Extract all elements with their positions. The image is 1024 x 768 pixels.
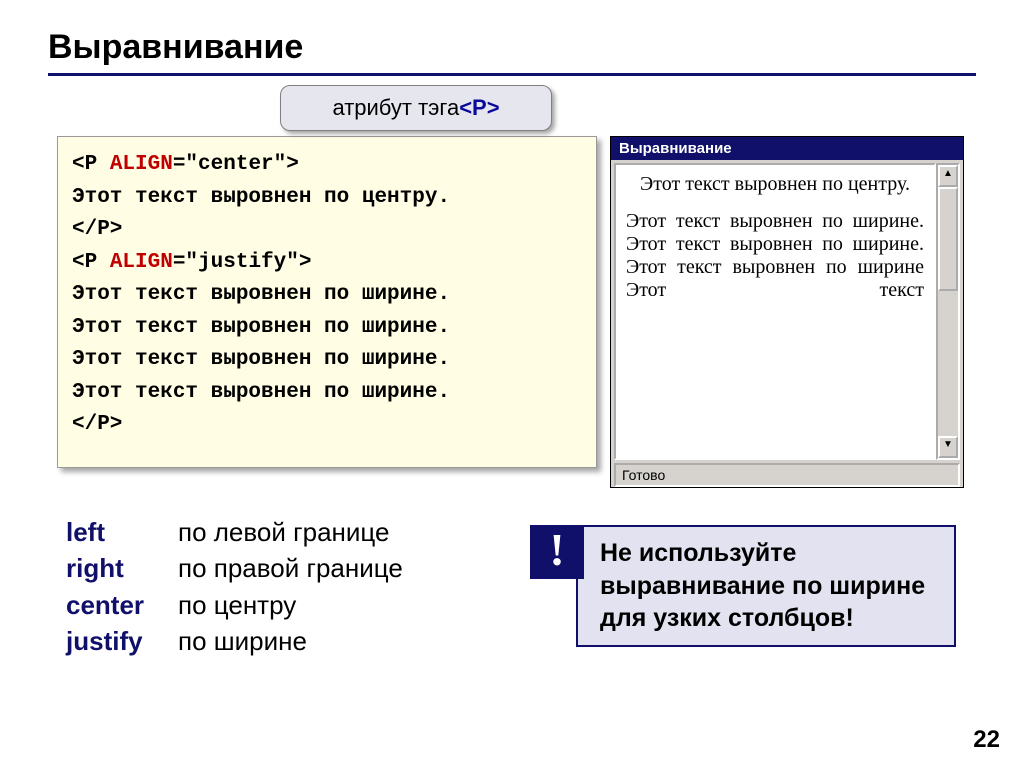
legend-val-left: по левой границе [178,514,389,550]
preview-center-paragraph: Этот текст выровнен по центру. [626,173,924,196]
scroll-down-icon[interactable]: ▼ [938,436,958,458]
code-line-9: </P> [72,409,582,442]
code-rest-1: ="center"> [173,153,299,176]
legend-val-justify: по ширине [178,623,307,659]
legend-row-right: right по правой границе [66,550,403,586]
attribute-callout: атрибут тэга <P> [280,85,552,131]
legend-key-center: center [66,587,178,623]
legend-row-justify: justify по ширине [66,623,403,659]
warning-text: Не используйте выравнивание по ширине дл… [576,525,956,647]
page-number: 22 [973,726,1000,754]
exclamation-icon: ! [530,525,584,579]
code-p-open: <P [72,153,110,176]
legend-key-justify: justify [66,623,178,659]
legend-key-right: right [66,550,178,586]
scroll-up-icon[interactable]: ▲ [938,165,958,187]
legend-row-left: left по левой границе [66,514,403,550]
title-rule [48,73,976,76]
code-line-7: Этот текст выровнен по ширине. [72,344,582,377]
code-example-box: <P ALIGN="center"> Этот текст выровнен п… [57,136,597,468]
browser-body: Этот текст выровнен по центру. Этот текс… [611,160,963,463]
legend-val-center: по центру [178,587,296,623]
align-values-legend: left по левой границе right по правой гр… [66,514,403,660]
scrollbar[interactable]: ▲ ▼ [936,163,960,460]
browser-statusbar: Готово [614,463,960,487]
scroll-thumb[interactable] [938,187,958,291]
code-line-1: <P ALIGN="center"> [72,149,582,182]
preview-justify-paragraph: Этот текст выровнен по ширине. Этот текс… [626,210,924,302]
code-attr-align-1: ALIGN [110,153,173,176]
code-attr-align-2: ALIGN [110,251,173,274]
code-line-6: Этот текст выровнен по ширине. [72,312,582,345]
code-line-2: Этот текст выровнен по центру. [72,182,582,215]
code-rest-2: ="justify"> [173,251,312,274]
browser-content: Этот текст выровнен по центру. Этот текс… [614,163,936,460]
browser-titlebar: Выравнивание [611,137,963,160]
callout-tag: <P> [459,95,499,121]
code-line-5: Этот текст выровнен по ширине. [72,279,582,312]
legend-row-center: center по центру [66,587,403,623]
warning-block: ! Не используйте выравнивание по ширине … [530,525,956,647]
scroll-track[interactable] [938,291,958,436]
code-line-4: <P ALIGN="justify"> [72,247,582,280]
browser-preview: Выравнивание Этот текст выровнен по цент… [610,136,964,488]
slide-title: Выравнивание [48,28,976,67]
code-p-open-2: <P [72,251,110,274]
code-line-3: </P> [72,214,582,247]
legend-val-right: по правой границе [178,550,403,586]
legend-key-left: left [66,514,178,550]
code-line-8: Этот текст выровнен по ширине. [72,377,582,410]
callout-prefix: атрибут тэга [332,95,459,121]
